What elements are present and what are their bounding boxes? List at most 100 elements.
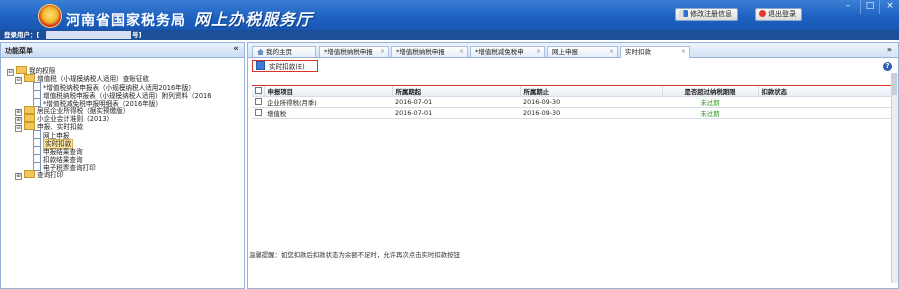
cell-start: 2016-07-01	[392, 107, 520, 119]
sidebar-title: 功能菜单	[5, 47, 33, 55]
minimize-button[interactable]: –	[838, 0, 858, 14]
table-row[interactable]: 企业所得税(月季) 2016-07-01 2016-09-30 未过期	[252, 96, 894, 108]
user-id-suffix: 号]	[132, 31, 142, 39]
home-icon	[257, 49, 264, 55]
user-bar: 登录用户：[ 号]	[0, 30, 899, 40]
tax-emblem-icon	[38, 4, 62, 28]
tree-node[interactable]: ⊞ 查询打印	[15, 170, 64, 180]
header-banner: 河南省国家税务局 网上办税服务厅 修改注册信息 退出登录 – □ ×	[0, 0, 899, 30]
tab-label: 网上申报	[552, 48, 578, 56]
col-header-status: 扣款状态	[758, 86, 895, 97]
table-header-row: 申报项目 所属期起 所属期止 是否超过纳税期限 扣款状态	[252, 86, 895, 97]
tree-node[interactable]: 增值税纳税申报表（小规模纳税人适用）附列资料（2016	[33, 90, 211, 100]
logout-button[interactable]: 退出登录	[755, 8, 802, 21]
tree-node[interactable]: *增值税纳税申报表（小规模纳税人适用2016年版）	[33, 82, 195, 92]
cell-end: 2016-09-30	[520, 107, 662, 119]
tree-node-label: 查询打印	[37, 171, 64, 179]
tree-node[interactable]: ⊞ 居民企业所得税（据实预缴版）	[15, 106, 129, 116]
realtime-deduct-label: 实时扣款(E)	[269, 63, 305, 71]
folder-icon	[24, 74, 35, 82]
expand-node-icon[interactable]: ⊞	[15, 173, 22, 180]
tree-node[interactable]: 网上申报	[33, 130, 69, 140]
logout-label: 退出登录	[768, 10, 796, 18]
sidebar-header: 功能菜单 «	[1, 43, 244, 58]
collapse-node-icon[interactable]: ⊟	[7, 69, 14, 76]
tab-3[interactable]: *增值税减免税申 ×	[470, 46, 545, 57]
row-checkbox[interactable]	[255, 98, 262, 105]
row-select-cell	[252, 107, 264, 119]
close-tab-icon[interactable]: ×	[609, 47, 614, 57]
row-select-cell	[252, 96, 264, 108]
tab-2[interactable]: *增值税纳税申报 ×	[391, 46, 468, 57]
toolbar: 实时扣款(E) ?	[248, 58, 898, 74]
site-title: 河南省国家税务局 网上办税服务厅	[66, 6, 313, 30]
deduct-icon	[256, 61, 265, 70]
col-header-item: 申报项目	[264, 86, 393, 97]
folder-icon	[16, 66, 27, 74]
change-registration-label: 修改注册信息	[690, 10, 732, 18]
cell-overdue: 未过期	[662, 107, 758, 119]
tab-4[interactable]: 网上申报 ×	[547, 46, 618, 57]
user-id-redacted	[46, 31, 131, 39]
help-icon[interactable]: ?	[883, 62, 892, 71]
cell-item: 增值税	[264, 107, 392, 119]
tree-node[interactable]: *增值税减免税申报明细表（2016年版）	[33, 98, 162, 108]
tree-node[interactable]: 电子税票查询打印	[33, 162, 96, 172]
tab-0[interactable]: 我的主页	[252, 46, 316, 57]
cell-end: 2016-09-30	[520, 96, 662, 108]
folder-icon	[24, 170, 35, 178]
tree-node[interactable]: ⊟ 我的权限	[7, 66, 55, 76]
tab-1[interactable]: *增值税纳税申报 ×	[319, 46, 389, 57]
agency-name: 河南省国家税务局	[66, 13, 186, 29]
declaration-table: 申报项目 所属期起 所属期止 是否超过纳税期限 扣款状态 企业所得税(月季) 2…	[252, 85, 895, 119]
col-header-start: 所属期起	[392, 86, 521, 97]
table-row[interactable]: 增值税 2016-07-01 2016-09-30 未过期	[252, 107, 894, 119]
close-button[interactable]: ×	[879, 0, 899, 14]
tab-label: *增值税减免税申	[475, 48, 524, 56]
cell-status	[758, 107, 894, 119]
cell-item: 企业所得税(月季)	[264, 96, 392, 108]
reminder-text: 温馨提醒：如您扣款后扣款状态为余额不足时，允许再次点击实时扣款按钮	[249, 251, 460, 259]
edit-icon	[679, 10, 688, 17]
folder-icon	[24, 122, 35, 130]
tab-5[interactable]: 实时扣款 ×	[620, 46, 690, 58]
tab-label: *增值税纳税申报	[324, 48, 373, 56]
cell-overdue: 未过期	[662, 96, 758, 108]
cell-start: 2016-07-01	[392, 96, 520, 108]
collapse-sidebar-icon[interactable]: «	[233, 44, 239, 54]
tab-label: *增值税纳税申报	[396, 48, 445, 56]
user-label: 登录用户：[	[4, 31, 40, 39]
collapse-node-icon[interactable]: ⊟	[15, 77, 22, 84]
row-checkbox[interactable]	[255, 109, 262, 116]
col-header-overdue: 是否超过纳税期限	[662, 86, 759, 97]
tree-node[interactable]: ⊟ 申报、实时扣款	[15, 122, 83, 132]
tab-bar: » 我的主页 *增值税纳税申报 × *增值税纳税申报 × *增值税减免税申 × 网上申报 × 实时…	[248, 43, 898, 58]
change-registration-button[interactable]: 修改注册信息	[675, 8, 738, 21]
tab-label: 我的主页	[266, 48, 292, 56]
tab-label: 实时扣款	[625, 48, 651, 56]
collapse-node-icon[interactable]: ⊟	[15, 125, 22, 132]
folder-icon	[24, 106, 35, 114]
service-name: 网上办税服务厅	[194, 10, 314, 29]
realtime-deduct-button[interactable]: 实时扣款(E)	[252, 60, 318, 72]
more-tabs-icon[interactable]: »	[887, 45, 892, 54]
close-tab-icon[interactable]: ×	[459, 47, 464, 57]
tree-node[interactable]: ⊟ 增值税（小规模纳税人适用）查账征收	[15, 74, 149, 84]
folder-icon	[24, 114, 35, 122]
tree-node[interactable]: 扣款结果查询	[33, 154, 83, 164]
main-panel: » 我的主页 *增值税纳税申报 × *增值税纳税申报 × *增值税减免税申 × 网上申报 × 实时…	[247, 42, 899, 289]
select-all-cell	[252, 86, 265, 97]
tree-node[interactable]: 申报结果查询	[33, 146, 83, 156]
cell-status	[758, 96, 894, 108]
col-header-end: 所属期止	[520, 86, 663, 97]
close-tab-icon[interactable]: ×	[536, 47, 541, 57]
tree-node[interactable]: 实时扣款	[33, 138, 74, 149]
scrollbar-thumb[interactable]	[892, 73, 897, 95]
close-tab-icon[interactable]: ×	[380, 47, 385, 57]
logout-icon	[759, 10, 766, 17]
maximize-button[interactable]: □	[860, 0, 879, 14]
select-all-checkbox[interactable]	[255, 87, 262, 94]
tree-node[interactable]: ⊞ 小企业会计准则（2013）	[15, 114, 113, 124]
sidebar: 功能菜单 « ⊟ 我的权限 ⊟ 增值税（小规模纳税人适用）查账征收 *增值税纳税申报表（…	[0, 42, 245, 289]
close-tab-icon[interactable]: ×	[681, 47, 686, 57]
